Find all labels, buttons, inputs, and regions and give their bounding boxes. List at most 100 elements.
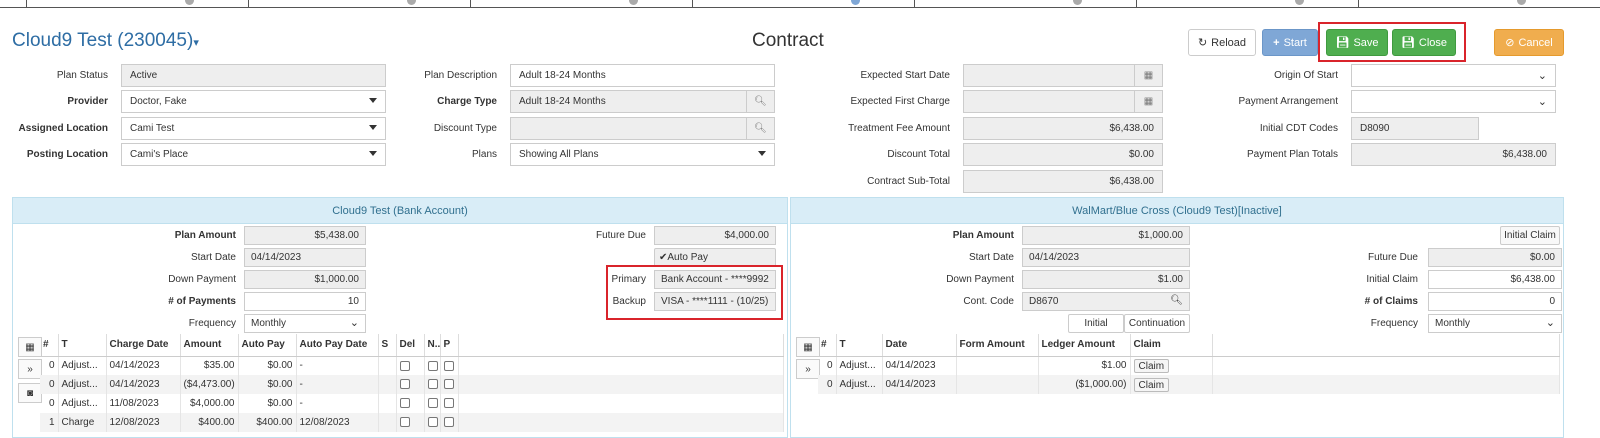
ins-start-date-label: Start Date bbox=[968, 252, 1014, 263]
calculator-icon[interactable]: ▦ bbox=[796, 337, 820, 357]
col-header[interactable]: Del bbox=[396, 334, 425, 357]
col-header[interactable]: # bbox=[818, 334, 837, 357]
caret-down-icon[interactable]: ▾ bbox=[193, 37, 199, 49]
col-header[interactable]: Amount bbox=[180, 334, 239, 357]
col-header[interactable]: T bbox=[58, 334, 107, 357]
table-row[interactable]: 0 Adjust... 04/14/2023 ($4,473.00) $0.00… bbox=[40, 375, 784, 394]
p-checkbox[interactable] bbox=[443, 360, 454, 371]
cont-code-field[interactable]: D8670 🔍︎ bbox=[1022, 292, 1190, 311]
strip-handle[interactable] bbox=[1073, 0, 1082, 5]
del-checkbox[interactable] bbox=[399, 360, 410, 371]
patient-title[interactable]: Cloud9 Test (230045)▾ bbox=[12, 30, 199, 52]
cell-p[interactable] bbox=[440, 375, 459, 394]
continuation-button[interactable]: Continuation bbox=[1124, 314, 1190, 333]
frequency-select[interactable]: Monthly ⌄ bbox=[244, 314, 366, 333]
double-chevron-down-icon[interactable]: » bbox=[18, 359, 42, 379]
col-header[interactable]: Form Amount bbox=[956, 334, 1039, 357]
cell-charge-date: 11/08/2023 bbox=[106, 394, 181, 413]
n-checkbox[interactable] bbox=[427, 398, 438, 409]
num-claims-input[interactable]: 0 bbox=[1428, 292, 1562, 311]
col-header[interactable]: T bbox=[836, 334, 883, 357]
table-row[interactable]: 0 Adjust... 04/14/2023 ($1,000.00) Claim bbox=[818, 375, 1560, 394]
claim-button[interactable]: Claim bbox=[1133, 358, 1170, 373]
col-header[interactable]: P bbox=[440, 334, 459, 357]
start-button[interactable]: + Start bbox=[1262, 29, 1318, 56]
num-payments-input[interactable]: 10 bbox=[244, 292, 366, 311]
claim-button[interactable]: Claim bbox=[1133, 377, 1170, 392]
strip-handle[interactable] bbox=[629, 0, 638, 5]
ins-frequency-select[interactable]: Monthly ⌄ bbox=[1428, 314, 1562, 333]
table-row[interactable]: 0 Adjust... 04/14/2023 $1.00 Claim bbox=[818, 356, 1560, 375]
refresh-icon: ↻ bbox=[1197, 37, 1208, 49]
del-checkbox[interactable] bbox=[399, 379, 410, 390]
cell-claim[interactable]: Claim bbox=[1130, 356, 1213, 375]
cell-del[interactable] bbox=[396, 375, 425, 394]
expected-first-charge-label: Expected First Charge bbox=[850, 96, 951, 107]
table-row[interactable]: 0 Adjust... 11/08/2023 $4,000.00 $0.00 - bbox=[40, 394, 784, 413]
strip-handle[interactable] bbox=[407, 0, 416, 5]
n-checkbox[interactable] bbox=[427, 360, 438, 371]
table-row[interactable]: 0 Adjust... 04/14/2023 $35.00 $0.00 - bbox=[40, 356, 784, 375]
cell-p[interactable] bbox=[440, 356, 459, 375]
ins-down-payment-label: Down Payment bbox=[946, 274, 1014, 285]
calendar-icon[interactable]: ▦ bbox=[1134, 65, 1162, 86]
cell-num: 1 bbox=[40, 413, 59, 432]
search-icon[interactable]: 🔍︎ bbox=[1170, 295, 1183, 306]
expected-start-date-field[interactable]: ▦ bbox=[963, 64, 1163, 87]
cell-date: 04/14/2023 bbox=[882, 375, 957, 394]
plans-select[interactable]: Showing All Plans bbox=[510, 143, 775, 166]
p-checkbox[interactable] bbox=[443, 379, 454, 390]
reload-button[interactable]: ↻ Reload bbox=[1188, 29, 1256, 56]
strip-handle[interactable] bbox=[851, 0, 860, 5]
col-header[interactable]: Date bbox=[882, 334, 957, 357]
cancel-button[interactable]: ⊘ Cancel bbox=[1494, 29, 1564, 56]
charge-type-field[interactable]: Adult 18-24 Months 🔍︎ bbox=[510, 90, 775, 113]
initial-claim-button[interactable]: Initial Claim bbox=[1500, 226, 1560, 245]
calculator-icon[interactable]: ▦ bbox=[18, 337, 42, 357]
double-chevron-down-icon[interactable]: » bbox=[796, 359, 820, 379]
assigned-location-select[interactable]: Cami Test bbox=[121, 117, 386, 140]
cell-n[interactable] bbox=[424, 394, 441, 413]
cell-n[interactable] bbox=[424, 356, 441, 375]
del-checkbox[interactable] bbox=[399, 398, 410, 409]
discount-type-field[interactable]: 🔍︎ bbox=[510, 117, 775, 140]
cell-claim[interactable]: Claim bbox=[1130, 375, 1213, 394]
col-header[interactable]: Charge Date bbox=[106, 334, 181, 357]
strip-handle[interactable] bbox=[1295, 0, 1304, 5]
table-row[interactable]: 1 Charge 12/08/2023 $400.00 $400.00 12/0… bbox=[40, 413, 784, 432]
payment-arrangement-select[interactable]: ⌄ bbox=[1351, 90, 1556, 113]
provider-select[interactable]: Doctor, Fake bbox=[121, 90, 386, 113]
col-header[interactable]: N.. bbox=[424, 334, 441, 357]
p-checkbox[interactable] bbox=[443, 417, 454, 428]
strip-handle[interactable] bbox=[1517, 0, 1526, 5]
patient-title-text[interactable]: Cloud9 Test (230045) bbox=[12, 30, 193, 51]
posting-location-select[interactable]: Cami's Place bbox=[121, 143, 386, 166]
strip-handle[interactable] bbox=[185, 0, 194, 5]
col-header[interactable]: Ledger Amount bbox=[1038, 334, 1131, 357]
del-checkbox[interactable] bbox=[399, 417, 410, 428]
n-checkbox[interactable] bbox=[427, 379, 438, 390]
col-header[interactable]: Claim bbox=[1130, 334, 1213, 357]
cell-del[interactable] bbox=[396, 394, 425, 413]
search-icon[interactable]: 🔍︎ bbox=[746, 91, 774, 112]
cell-n[interactable] bbox=[424, 375, 441, 394]
plan-description-input[interactable]: Adult 18-24 Months bbox=[510, 64, 775, 87]
origin-of-start-select[interactable]: ⌄ bbox=[1351, 64, 1556, 87]
col-header[interactable]: Auto Pay bbox=[238, 334, 297, 357]
col-header[interactable]: S bbox=[378, 334, 397, 357]
initial-claim-input[interactable]: $6,438.00 bbox=[1428, 270, 1562, 289]
n-checkbox[interactable] bbox=[427, 417, 438, 428]
cell-del[interactable] bbox=[396, 413, 425, 432]
cell-n[interactable] bbox=[424, 413, 441, 432]
expected-first-charge-field[interactable]: ▦ bbox=[963, 90, 1163, 113]
p-checkbox[interactable] bbox=[443, 398, 454, 409]
col-header[interactable]: Auto Pay Date bbox=[296, 334, 379, 357]
calendar-icon[interactable]: ▦ bbox=[1134, 91, 1162, 112]
camera-icon[interactable]: ◙ bbox=[18, 383, 42, 403]
initial-button[interactable]: Initial bbox=[1068, 314, 1124, 333]
col-header[interactable]: # bbox=[40, 334, 59, 357]
search-icon[interactable]: 🔍︎ bbox=[746, 118, 774, 139]
cell-p[interactable] bbox=[440, 413, 459, 432]
cell-p[interactable] bbox=[440, 394, 459, 413]
cell-del[interactable] bbox=[396, 356, 425, 375]
